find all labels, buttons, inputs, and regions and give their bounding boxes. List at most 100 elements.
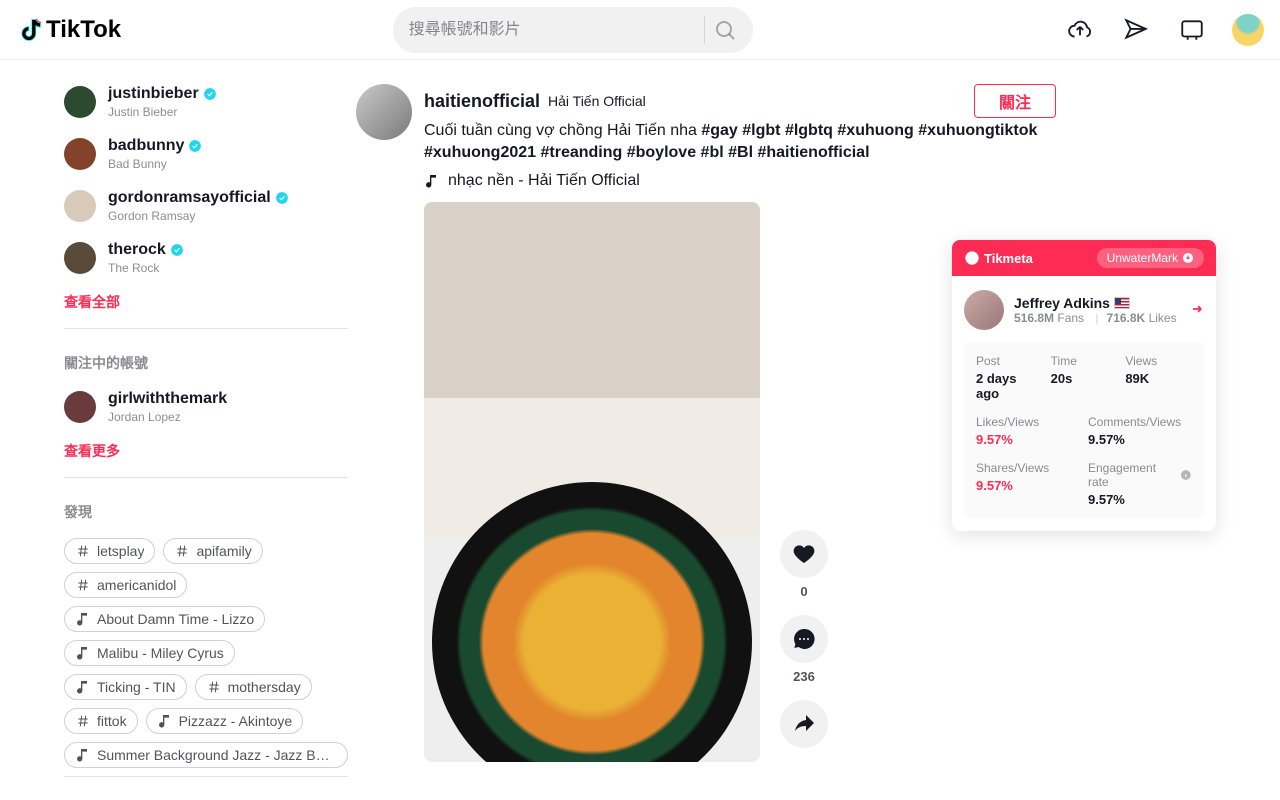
account-username: justinbieber	[108, 84, 217, 104]
hashtag[interactable]: #bl	[701, 144, 724, 161]
metric-value: 9.57%	[976, 432, 1080, 447]
hashtag[interactable]: #treanding	[540, 144, 622, 161]
tikmeta-stats: 516.8M Fans 716.8K Likes	[1014, 311, 1177, 325]
music-note-icon	[75, 679, 91, 695]
metric-cell: Post2 days ago	[976, 354, 1043, 401]
chip-label: Malibu - Miley Cyrus	[97, 645, 224, 661]
follow-button[interactable]: 關注	[974, 84, 1056, 118]
discover-chip[interactable]: fittok	[64, 708, 138, 734]
brand-text: TikTok	[46, 16, 121, 44]
discover-chip[interactable]: mothersday	[195, 674, 312, 700]
inbox-button[interactable]	[1176, 14, 1208, 46]
comment-button[interactable]	[780, 615, 828, 663]
account-row[interactable]: badbunny Bad Bunny	[64, 128, 348, 180]
see-more-link[interactable]: 查看更多	[64, 433, 120, 469]
metric-cell: Time20s	[1051, 354, 1118, 401]
account-avatar	[64, 190, 96, 222]
caption-text: Cuối tuần cùng vợ chồng Hải Tiến nha	[424, 122, 701, 139]
hash-icon	[75, 713, 91, 729]
footer-links: 關於新聞編輯室聯絡方式工作ByteDance創作者名錄	[64, 785, 348, 800]
post-username[interactable]: haitienofficial	[424, 91, 540, 112]
share-icon	[792, 712, 816, 736]
post-caption: Cuối tuần cùng vợ chồng Hải Tiến nha #ga…	[424, 120, 1056, 164]
chip-label: letsplay	[97, 543, 144, 559]
chip-label: About Damn Time - Lizzo	[97, 611, 254, 627]
account-name: Jordan Lopez	[108, 409, 227, 425]
share-button[interactable]	[780, 700, 828, 748]
account-row[interactable]: girlwiththemark Jordan Lopez	[64, 381, 348, 433]
account-row[interactable]: therock The Rock	[64, 232, 348, 284]
discover-chip[interactable]: apifamily	[163, 538, 262, 564]
messages-button[interactable]	[1120, 14, 1152, 46]
hashtag[interactable]: #boylove	[627, 144, 696, 161]
video-player[interactable]	[424, 202, 760, 762]
metric-value: 20s	[1051, 371, 1118, 386]
discover-chip[interactable]: Malibu - Miley Cyrus	[64, 640, 235, 666]
discover-chip[interactable]: Pizzazz - Akintoye	[146, 708, 304, 734]
metric-label: Post	[976, 354, 1043, 368]
discover-chip[interactable]: Summer Background Jazz - Jazz Backgroun.…	[64, 742, 348, 768]
flag-us-icon	[1114, 297, 1130, 309]
metric-label: Likes/Views	[976, 415, 1080, 429]
account-avatar	[64, 242, 96, 274]
hashtag[interactable]: #haitienofficial	[757, 144, 869, 161]
upload-button[interactable]	[1064, 14, 1096, 46]
hashtag[interactable]: #Bl	[728, 144, 753, 161]
verified-icon	[188, 139, 202, 153]
user-avatar[interactable]	[1232, 14, 1264, 46]
search-button[interactable]	[713, 18, 737, 42]
search-bar[interactable]	[393, 7, 753, 53]
metric-label: Engagement rate	[1088, 461, 1192, 489]
account-username: therock	[108, 240, 184, 260]
metric-cell: Views89K	[1125, 354, 1192, 401]
divider	[704, 16, 705, 44]
hashtag[interactable]: #lgbtq	[785, 122, 833, 139]
tikmeta-metrics: Post2 days agoTime20sViews89K Likes/View…	[964, 342, 1204, 519]
tikmeta-open[interactable]	[1190, 302, 1204, 319]
music-row[interactable]: nhạc nền - Hải Tiến Official	[424, 172, 1056, 190]
tikmeta-brand-text: Tikmeta	[984, 251, 1033, 266]
hashtag[interactable]: #gay	[701, 122, 737, 139]
account-row[interactable]: justinbieber Justin Bieber	[64, 76, 348, 128]
tiktok-logo[interactable]: TikTok	[16, 16, 121, 44]
hashtag[interactable]: #lgbt	[742, 122, 780, 139]
search-input[interactable]	[409, 21, 692, 39]
hash-icon	[174, 543, 190, 559]
like-button[interactable]	[780, 530, 828, 578]
discover-chip[interactable]: letsplay	[64, 538, 155, 564]
account-username: girlwiththemark	[108, 389, 227, 409]
post-header: haitienofficial Hải Tiến Official 關注	[424, 84, 1056, 118]
metric-cell: Likes/Views 9.57%	[976, 415, 1080, 447]
chip-label: apifamily	[196, 543, 251, 559]
tiktok-icon	[16, 16, 44, 44]
hashtag[interactable]: #xuhuong2021	[424, 144, 536, 161]
verified-icon	[203, 87, 217, 101]
divider	[64, 328, 348, 329]
hashtag[interactable]: #xuhuongtiktok	[918, 122, 1037, 139]
discover-chip[interactable]: americanidol	[64, 572, 187, 598]
tikmeta-avatar	[964, 290, 1004, 330]
tikmeta-header: Tikmeta UnwaterMark	[952, 240, 1216, 276]
see-all-link[interactable]: 查看全部	[64, 284, 120, 320]
hashtag[interactable]: #xuhuong	[837, 122, 913, 139]
like-action: 0	[780, 530, 828, 599]
hash-icon	[206, 679, 222, 695]
discover-chip[interactable]: Ticking - TIN	[64, 674, 187, 700]
cloud-upload-icon	[1067, 17, 1093, 43]
discover-chip[interactable]: About Damn Time - Lizzo	[64, 606, 265, 632]
like-count: 0	[800, 584, 807, 599]
verified-icon	[170, 243, 184, 257]
arrow-right-icon	[1190, 302, 1204, 316]
tikmeta-icon	[964, 250, 980, 266]
tikmeta-top-grid: Post2 days agoTime20sViews89K	[976, 354, 1192, 401]
unwatermark-badge[interactable]: UnwaterMark	[1097, 248, 1204, 268]
account-name: Bad Bunny	[108, 156, 202, 172]
account-row[interactable]: gordonramsayofficial Gordon Ramsay	[64, 180, 348, 232]
account-username: gordonramsayofficial	[108, 188, 289, 208]
post-avatar[interactable]	[356, 84, 412, 140]
tikmeta-card: Tikmeta UnwaterMark Jeffrey Adkins 516.8…	[952, 240, 1216, 531]
metric-value: 89K	[1125, 371, 1192, 386]
post-displayname: Hải Tiến Official	[548, 93, 646, 109]
chip-label: Summer Background Jazz - Jazz Backgroun.…	[97, 747, 337, 763]
chip-label: americanidol	[97, 577, 176, 593]
